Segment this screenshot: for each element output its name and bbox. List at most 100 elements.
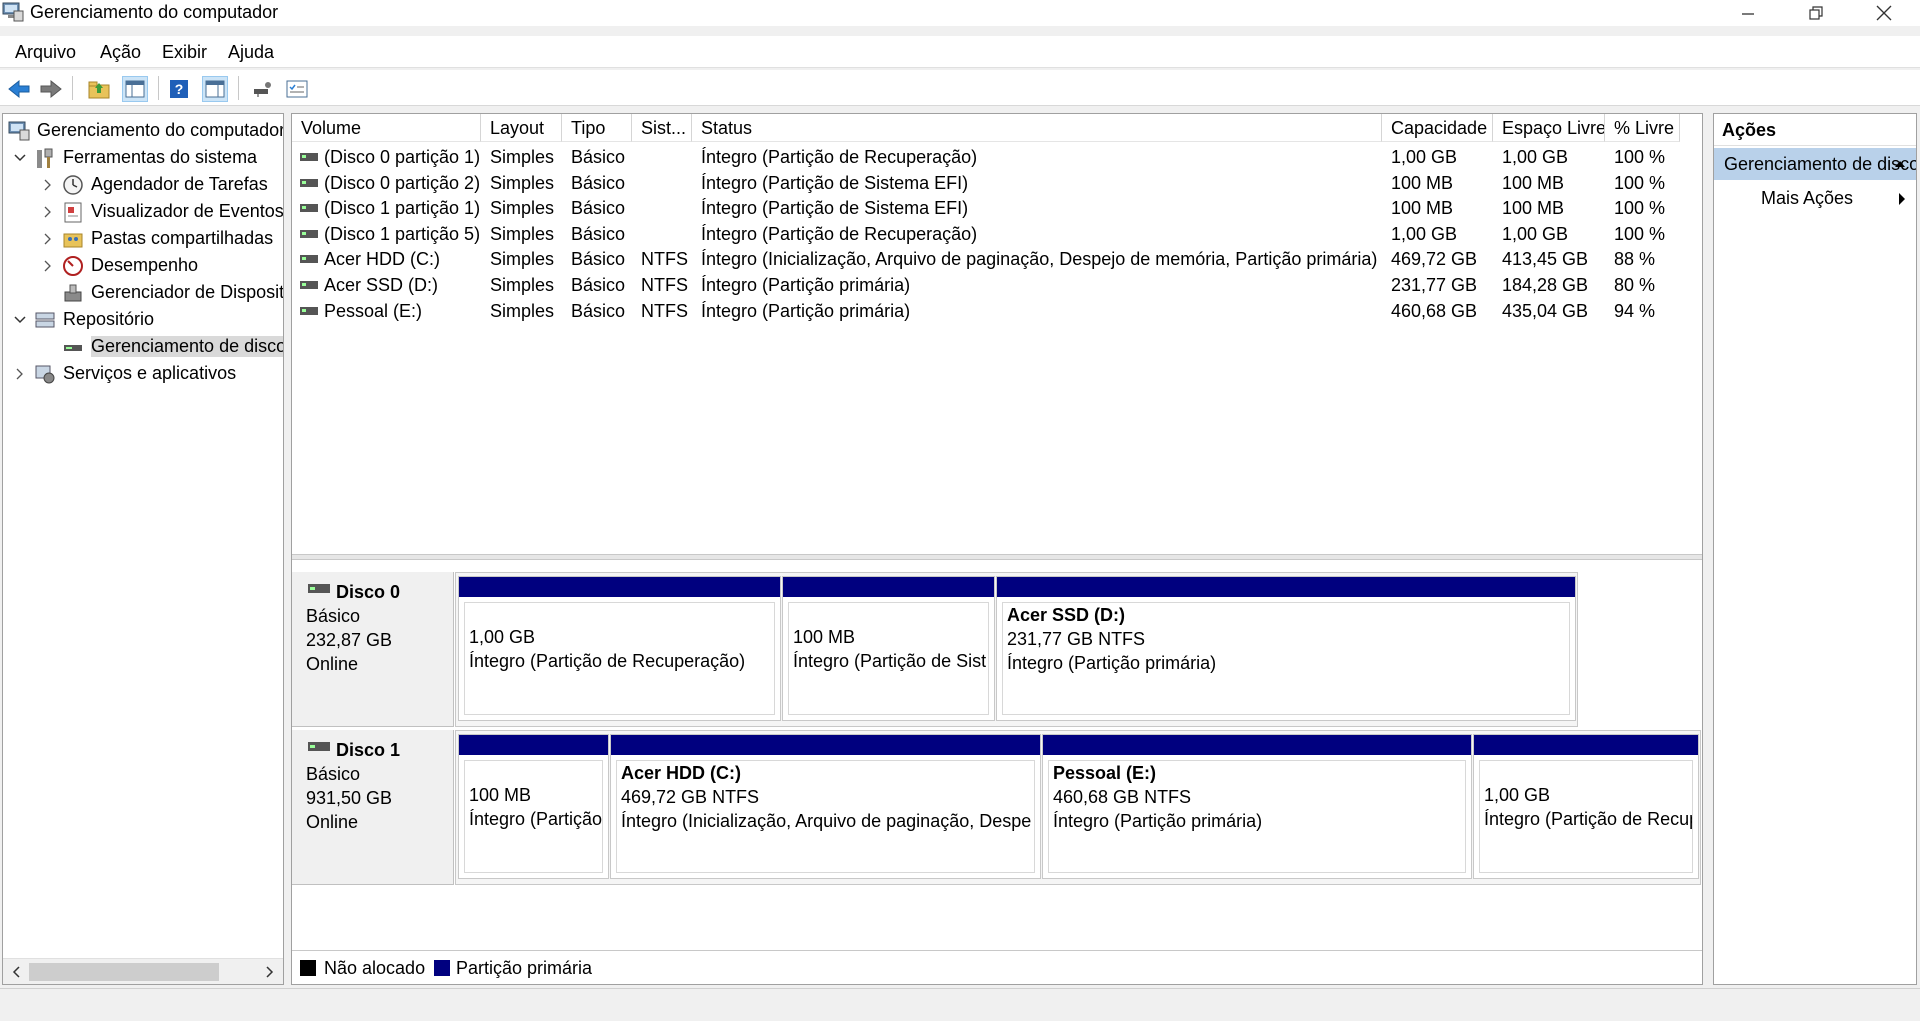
table-cell: 100 % — [1614, 172, 1666, 193]
chevron-right-icon[interactable] — [39, 257, 57, 275]
disk-1-partition-c[interactable]: Acer HDD (C:) 469,72 GB NTFS Íntegro (Inic… — [610, 734, 1041, 879]
collapse-up-icon[interactable] — [1894, 160, 1906, 168]
console-tree: Gerenciamento do computador Ferramentas … — [2, 113, 284, 985]
table-cell: (Disco 0 partição 1) — [324, 147, 481, 167]
table-cell: Básico — [571, 172, 626, 193]
table-cell: Básico — [571, 198, 626, 219]
scroll-left-arrow-icon[interactable] — [7, 963, 25, 981]
tree-item-desempenho[interactable]: Desempenho — [39, 252, 198, 279]
up-folder-button[interactable] — [86, 76, 112, 102]
event-viewer-icon — [61, 200, 85, 224]
connect-disk-button[interactable] — [250, 76, 276, 102]
computer-management-icon — [2, 2, 24, 22]
table-row[interactable]: Pessoal (E:) Simples Básico NTFS Íntegro (Pa… — [292, 299, 1692, 324]
disk-management-icon — [61, 335, 85, 359]
chevron-right-icon[interactable] — [39, 230, 57, 248]
scroll-right-arrow-icon[interactable] — [261, 963, 279, 981]
disk-management-pane: Volume Layout Tipo Sist... Status Capaci… — [291, 113, 1703, 985]
table-row[interactable]: Acer SSD (D:) Simples Básico NTFS Íntegro (P… — [292, 273, 1692, 298]
close-button[interactable] — [1850, 0, 1918, 26]
disk-1-partition-e[interactable]: Pessoal (E:) 460,68 GB NTFS Íntegro (Parti… — [1042, 734, 1472, 879]
column-sistema[interactable]: Sist... — [632, 114, 692, 142]
properties-button[interactable] — [284, 76, 310, 102]
tree-item-gerenciador-dispositivos[interactable]: Gerenciador de Dispositivos — [39, 279, 283, 306]
disk-1-partition-5[interactable]: 1,00 GB Íntegro (Partição de Recup — [1473, 734, 1699, 879]
table-cell: 100 % — [1614, 198, 1666, 219]
table-cell: 469,72 GB — [1391, 249, 1478, 270]
help-button[interactable]: ? — [166, 76, 192, 102]
back-button[interactable] — [6, 76, 32, 102]
task-scheduler-icon — [61, 173, 85, 197]
chevron-right-icon[interactable] — [39, 176, 57, 194]
table-cell: Simples — [490, 275, 555, 295]
actions-pane: Ações Gerenciamento de disco Mais Ações — [1713, 113, 1917, 985]
volume-list: Volume Layout Tipo Sist... Status Capaci… — [292, 114, 1702, 554]
tree-item-pastas[interactable]: Pastas compartilhadas — [39, 225, 273, 252]
disk-graphical-view: Disco 0 Básico 232,87 GB Online 1,00 GB Í… — [292, 560, 1702, 950]
table-row[interactable]: (Disco 1 partição 1) Simples Básico Íntegro… — [292, 196, 1692, 221]
column-status[interactable]: Status — [692, 114, 1382, 142]
tree-item-agendador[interactable]: Agendador de Tarefas — [39, 171, 268, 198]
column-percent-livre[interactable]: % Livre — [1605, 114, 1680, 142]
tree-horizontal-scrollbar[interactable] — [3, 958, 283, 984]
minimize-button[interactable] — [1714, 0, 1782, 26]
volume-icon — [300, 255, 318, 264]
column-volume[interactable]: Volume — [292, 114, 481, 142]
table-cell: Íntegro (Partição de Recuperação) — [701, 147, 978, 167]
disk-0-header[interactable]: Disco 0 Básico 232,87 GB Online — [292, 572, 454, 727]
show-hide-action-pane-button[interactable] — [202, 76, 228, 102]
system-tools-icon — [33, 146, 57, 170]
disk-0-partition-d[interactable]: Acer SSD (D:) 231,77 GB NTFS Íntegro (Part… — [996, 576, 1576, 721]
more-actions-item[interactable]: Mais Ações — [1714, 182, 1916, 214]
menu-bar: Arquivo Ação Exibir Ajuda — [0, 36, 1920, 68]
show-hide-action-pane-icon — [205, 80, 225, 98]
table-cell: (Disco 1 partição 1) — [324, 198, 481, 219]
window-title: Gerenciamento do computador — [30, 2, 279, 22]
table-cell: Simples — [490, 147, 555, 167]
table-row[interactable]: (Disco 0 partição 1) Simples Básico Íntegro… — [292, 145, 1692, 170]
disk-1-partition-1[interactable]: 100 MB Íntegro (Partição — [458, 734, 609, 879]
menu-exibir[interactable]: Exibir — [162, 42, 207, 63]
disk-1-header[interactable]: Disco 1 Básico 931,50 GB Online — [292, 730, 454, 885]
table-cell: NTFS — [641, 275, 688, 295]
submenu-arrow-icon — [1899, 193, 1905, 205]
tree-item-ferramentas[interactable]: Ferramentas do sistema — [11, 144, 257, 171]
table-row[interactable]: (Disco 1 partição 5) Simples Básico Íntegro… — [292, 222, 1692, 247]
chevron-down-icon[interactable] — [11, 311, 29, 329]
column-tipo[interactable]: Tipo — [562, 114, 632, 142]
table-cell: 1,00 GB — [1502, 147, 1569, 167]
show-hide-tree-button[interactable] — [122, 76, 148, 102]
actions-section-disk-management[interactable]: Gerenciamento de disco — [1714, 148, 1916, 180]
table-cell: Básico — [571, 249, 626, 270]
table-cell: Simples — [490, 198, 555, 219]
table-row[interactable]: (Disco 0 partição 2) Simples Básico Íntegro… — [292, 171, 1692, 196]
scrollbar-thumb[interactable] — [29, 963, 219, 981]
tree-item-visualizador[interactable]: Visualizador de Eventos — [39, 198, 283, 225]
chevron-right-icon[interactable] — [39, 203, 57, 221]
menu-acao[interactable]: Ação — [100, 42, 141, 63]
table-cell: 100 MB — [1391, 172, 1454, 193]
column-capacidade[interactable]: Capacidade — [1382, 114, 1493, 142]
volume-icon — [300, 153, 318, 161]
menu-ajuda[interactable]: Ajuda — [228, 42, 274, 63]
table-cell: Íntegro (Partição de Recuperação) — [701, 223, 978, 244]
tree-item-gerenciamento-disco[interactable]: Gerenciamento de disco — [39, 333, 283, 360]
column-layout[interactable]: Layout — [481, 114, 562, 142]
volume-icon — [300, 178, 318, 187]
restore-button[interactable] — [1782, 0, 1850, 26]
tree-root[interactable]: Gerenciamento do computador — [7, 117, 283, 144]
disk-0-partition-1[interactable]: 1,00 GB Íntegro (Partição de Recuperação) — [458, 576, 781, 721]
table-cell: 80 % — [1614, 275, 1656, 295]
device-manager-icon — [61, 281, 85, 305]
table-cell: 231,77 GB — [1391, 275, 1478, 295]
chevron-down-icon[interactable] — [11, 149, 29, 167]
column-espaco-livre[interactable]: Espaço Livre — [1493, 114, 1605, 142]
disk-0-partition-2[interactable]: 100 MB Íntegro (Partição de Sist — [782, 576, 995, 721]
menu-arquivo[interactable]: Arquivo — [15, 42, 76, 63]
forward-button[interactable] — [38, 76, 64, 102]
tree-item-repositorio[interactable]: Repositório — [11, 306, 154, 333]
table-cell: Simples — [490, 300, 555, 321]
chevron-right-icon[interactable] — [11, 365, 29, 383]
table-row[interactable]: Acer HDD (C:) Simples Básico NTFS Íntegro (I… — [292, 247, 1692, 272]
tree-item-servicos[interactable]: Serviços e aplicativos — [11, 360, 236, 387]
